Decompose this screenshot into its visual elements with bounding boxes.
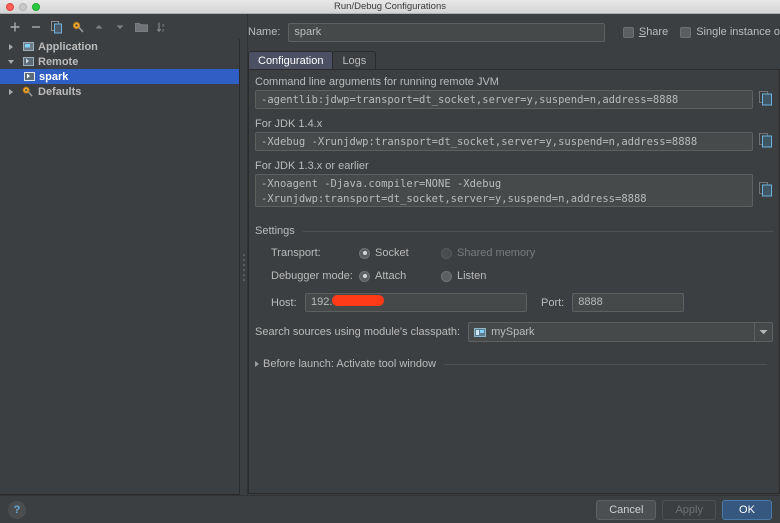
configuration-panel: Command line arguments for running remot… bbox=[248, 69, 780, 494]
configuration-editor: Name: spark Share Single instance o Conf… bbox=[248, 14, 780, 495]
radio-indicator[interactable] bbox=[359, 270, 370, 282]
jdk13-field[interactable]: -Xnoagent -Djava.compiler=NONE -Xdebug -… bbox=[255, 174, 753, 207]
sidebar-toolbar: a z bbox=[0, 16, 240, 38]
sidebar-item-application[interactable]: Application bbox=[0, 39, 239, 54]
classpath-value: mySpark bbox=[491, 326, 535, 338]
tab-logs[interactable]: Logs bbox=[332, 51, 377, 70]
settings-group-header: Settings bbox=[255, 225, 773, 237]
radio-label: Socket bbox=[375, 247, 409, 259]
sidebar-item-label: Remote bbox=[38, 55, 79, 68]
sidebar-item-label: Defaults bbox=[38, 85, 82, 98]
sidebar-item-defaults[interactable]: Defaults bbox=[0, 84, 239, 99]
cmdline-label: Command line arguments for running remot… bbox=[255, 76, 499, 88]
jdk14-field[interactable]: -Xdebug -Xrunjdwp:transport=dt_socket,se… bbox=[255, 132, 753, 151]
folder-icon[interactable] bbox=[132, 18, 150, 36]
before-launch-header[interactable]: Before launch: Activate tool window bbox=[251, 358, 773, 370]
chevron-down-icon[interactable] bbox=[754, 323, 772, 341]
svg-text:z: z bbox=[162, 28, 165, 33]
ok-button[interactable]: OK bbox=[722, 500, 772, 520]
configurations-tree[interactable]: Application Remote spark Defaults bbox=[0, 39, 240, 495]
radio-transport-socket[interactable]: Socket bbox=[359, 247, 441, 259]
jdk14-label: For JDK 1.4.x bbox=[255, 118, 323, 130]
port-label: Port: bbox=[541, 296, 565, 309]
cancel-button[interactable]: Cancel bbox=[596, 500, 657, 520]
radio-label: Attach bbox=[375, 270, 407, 282]
sidebar-item-label: Application bbox=[38, 40, 98, 53]
before-launch-label: Before launch: Activate tool window bbox=[263, 358, 437, 370]
chevron-down-icon[interactable] bbox=[4, 59, 18, 64]
chevron-right-icon[interactable] bbox=[251, 361, 263, 367]
jdk13-line-2: -Xrunjdwp:transport=dt_socket,server=y,s… bbox=[261, 193, 647, 205]
tab-configuration[interactable]: Configuration bbox=[248, 51, 334, 70]
settings-label: Settings bbox=[255, 225, 295, 237]
host-input[interactable]: 192. bbox=[305, 293, 527, 312]
share-label-rest: hare bbox=[646, 26, 669, 38]
single-instance-label: Single instance o bbox=[696, 26, 780, 38]
help-button[interactable]: ? bbox=[8, 501, 26, 519]
application-icon bbox=[21, 41, 35, 52]
dialog-buttons: Cancel Apply OK bbox=[596, 500, 772, 520]
window-title: Run/Debug Configurations bbox=[334, 1, 446, 12]
debugger-mode-label: Debugger mode: bbox=[271, 270, 353, 282]
copy-to-clipboard-icon[interactable] bbox=[759, 91, 773, 106]
window-title-bar: Run/Debug Configurations bbox=[0, 0, 780, 14]
name-row: Name: spark Share Single instance o bbox=[248, 22, 780, 42]
transport-label: Transport: bbox=[271, 247, 321, 259]
name-label: Name: bbox=[248, 26, 281, 38]
radio-indicator bbox=[441, 247, 452, 259]
radio-debugger-listen[interactable]: Listen bbox=[441, 270, 486, 282]
transport-row: Transport: Socket Shared memory bbox=[271, 247, 751, 259]
remote-icon bbox=[21, 56, 35, 67]
radio-label: Listen bbox=[457, 270, 487, 282]
host-redaction-bar bbox=[332, 295, 385, 306]
host-label: Host: bbox=[271, 296, 297, 309]
cmdline-field[interactable]: -agentlib:jdwp=transport=dt_socket,serve… bbox=[255, 90, 753, 109]
share-checkbox[interactable]: Share bbox=[622, 26, 669, 38]
module-icon bbox=[474, 327, 487, 338]
sort-icon[interactable]: a z bbox=[153, 18, 171, 36]
wrench-icon bbox=[21, 86, 35, 98]
before-launch-divider bbox=[444, 363, 767, 365]
remote-icon bbox=[22, 71, 36, 82]
host-port-row: Host: 192. Port: 8888 bbox=[271, 293, 761, 312]
radio-indicator[interactable] bbox=[359, 247, 370, 259]
jdk13-line-1: -Xnoagent -Djava.compiler=NONE -Xdebug bbox=[261, 178, 502, 190]
radio-transport-shared-memory: Shared memory bbox=[441, 247, 535, 259]
radio-debugger-attach[interactable]: Attach bbox=[359, 270, 441, 282]
splitter-grip[interactable] bbox=[243, 254, 245, 284]
run-debug-configurations-window: Run/Debug Configurations a z Application… bbox=[0, 0, 780, 523]
name-input[interactable]: spark bbox=[288, 22, 605, 42]
sidebar-item-spark[interactable]: spark bbox=[0, 69, 239, 84]
copy-icon[interactable] bbox=[48, 18, 66, 36]
plus-icon[interactable] bbox=[6, 18, 24, 36]
single-instance-checkbox[interactable]: Single instance o bbox=[680, 26, 780, 38]
sidebar-item-label: spark bbox=[39, 70, 69, 83]
arrow-down-icon[interactable] bbox=[111, 18, 129, 36]
apply-button: Apply bbox=[662, 500, 716, 520]
radio-indicator[interactable] bbox=[441, 270, 452, 282]
copy-to-clipboard-icon[interactable] bbox=[759, 133, 773, 148]
jdk13-label: For JDK 1.3.x or earlier bbox=[255, 160, 369, 172]
chevron-right-icon[interactable] bbox=[4, 43, 18, 50]
panel-splitter[interactable] bbox=[240, 14, 248, 495]
debugger-mode-row: Debugger mode: Attach Listen bbox=[271, 270, 751, 282]
settings-divider bbox=[302, 230, 773, 232]
configurations-sidebar: a z Application Remote spark Defaults bbox=[0, 14, 240, 495]
arrow-up-icon[interactable] bbox=[90, 18, 108, 36]
wrench-icon[interactable] bbox=[69, 18, 87, 36]
checkbox-box[interactable] bbox=[622, 26, 634, 38]
radio-label: Shared memory bbox=[457, 247, 536, 259]
sidebar-item-remote[interactable]: Remote bbox=[0, 54, 239, 69]
dialog-footer: ? Cancel Apply OK bbox=[0, 495, 780, 523]
editor-tabs[interactable]: Configuration Logs bbox=[248, 50, 377, 70]
classpath-combobox[interactable]: mySpark bbox=[468, 322, 773, 342]
classpath-label: Search sources using module's classpath: bbox=[255, 326, 461, 338]
checkbox-box[interactable] bbox=[680, 26, 692, 38]
copy-to-clipboard-icon[interactable] bbox=[759, 182, 773, 197]
classpath-row: Search sources using module's classpath:… bbox=[255, 322, 773, 342]
host-value: 192. bbox=[311, 296, 333, 308]
port-input[interactable]: 8888 bbox=[572, 293, 685, 312]
minus-icon[interactable] bbox=[27, 18, 45, 36]
chevron-right-icon[interactable] bbox=[4, 88, 18, 95]
